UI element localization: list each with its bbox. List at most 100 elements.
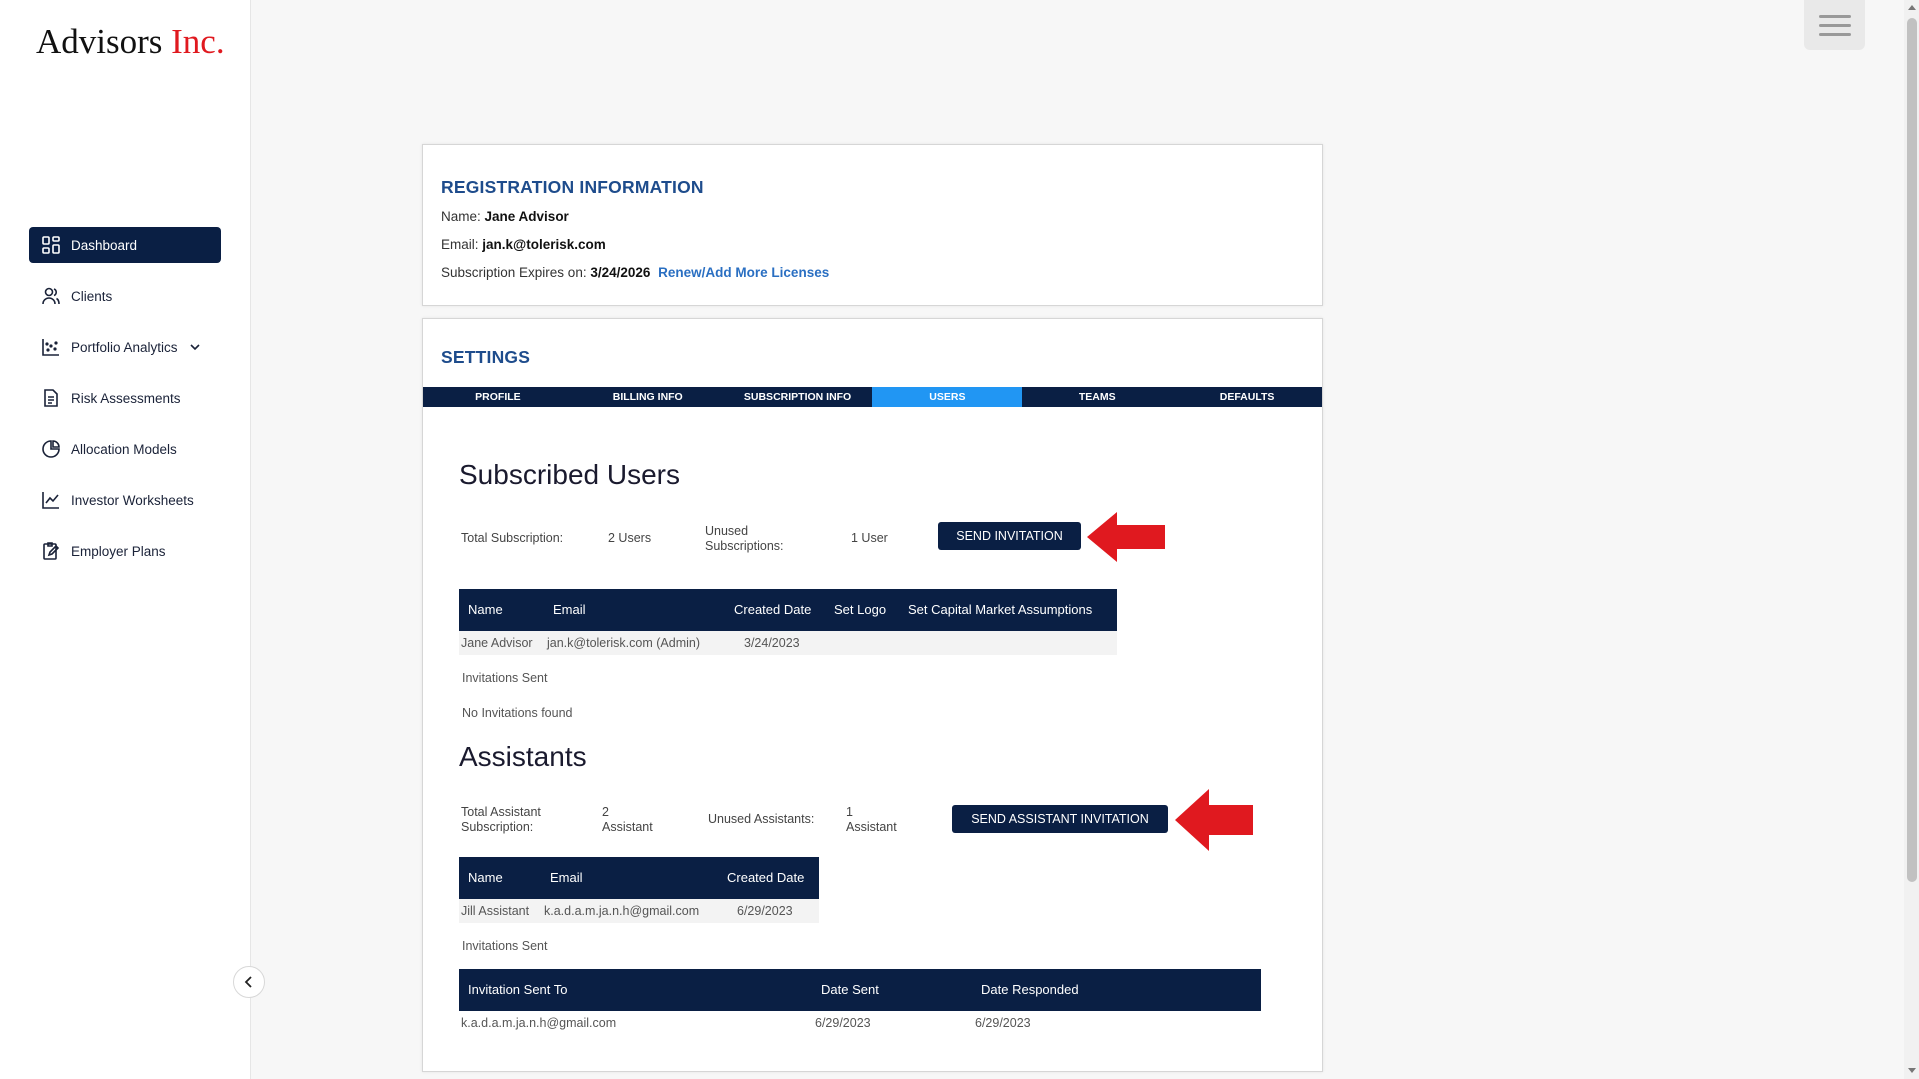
- total-subscription-value: 2 Users: [608, 531, 652, 545]
- sidebar-item-clients[interactable]: Clients: [29, 278, 221, 314]
- name-value: Jane Advisor: [484, 209, 569, 224]
- red-arrow-icon: [1175, 789, 1253, 851]
- column-header: Created Date: [727, 870, 805, 885]
- scrollbar-thumb[interactable]: [1907, 18, 1917, 882]
- invitations-sent-label: Invitations Sent: [462, 671, 548, 685]
- hamburger-icon-bar: [1818, 23, 1851, 27]
- total-assistant-value-line: 2: [602, 805, 609, 819]
- dashboard-icon: [42, 236, 60, 254]
- registration-name-line: Name: Jane Advisor: [441, 209, 569, 224]
- total-assistant-value: 2 Assistant: [602, 805, 653, 835]
- tab-teams[interactable]: TEAMS: [1022, 387, 1172, 407]
- cell-date-responded: 6/29/2023: [975, 1016, 1031, 1030]
- cell-created: 6/29/2023: [737, 904, 793, 918]
- sidebar-item-portfolio-analytics[interactable]: Portfolio Analytics: [29, 329, 221, 365]
- unused-subscriptions-value: 1 User: [851, 531, 888, 545]
- cell-date-sent: 6/29/2023: [815, 1016, 871, 1030]
- column-header: Set Capital Market Assumptions: [908, 602, 1093, 617]
- sidebar-item-dashboard[interactable]: Dashboard: [29, 227, 221, 263]
- assistants-table: Name Email Created Date Jill Assistant k…: [459, 857, 819, 923]
- column-header: Date Sent: [821, 982, 879, 997]
- column-header: Set Logo: [834, 602, 887, 617]
- total-assistant-label: Total Assistant Subscription:: [461, 805, 541, 835]
- assistant-invitations-sent-label: Invitations Sent: [462, 939, 548, 953]
- sidebar: Advisors Inc. Dashboard Clients Portfoli…: [0, 0, 265, 1079]
- registration-title: REGISTRATION INFORMATION: [441, 177, 704, 197]
- total-assistant-value-line: Assistant: [602, 820, 653, 834]
- tab-defaults[interactable]: DEFAULTS: [1172, 387, 1322, 407]
- cell-created: 3/24/2023: [744, 636, 800, 650]
- cell-email: k.a.d.a.m.ja.n.h@gmail.com: [544, 904, 700, 918]
- tab-users[interactable]: USERS: [872, 387, 1023, 407]
- email-label: Email:: [441, 237, 479, 252]
- table-row: Jill Assistant k.a.d.a.m.ja.n.h@gmail.co…: [459, 899, 819, 923]
- registration-email-line: Email: jan.k@tolerisk.com: [441, 237, 606, 252]
- assistants-title: Assistants: [459, 741, 587, 772]
- document-icon: [44, 389, 58, 407]
- no-invitations-text: No Invitations found: [462, 706, 573, 720]
- column-header: Invitation Sent To: [468, 982, 568, 997]
- settings-card: SETTINGS PROFILE BILLING INFO SUBSCRIPTI…: [422, 318, 1323, 1072]
- sidebar-item-label: Allocation Models: [71, 441, 177, 457]
- total-assistant-label-line: Subscription:: [461, 820, 534, 834]
- brand-name: Advisors: [36, 22, 172, 61]
- sidebar-item-employer-plans[interactable]: Employer Plans: [29, 533, 221, 569]
- brand-suffix: Inc.: [171, 22, 225, 61]
- settings-tabs: PROFILE BILLING INFO SUBSCRIPTION INFO U…: [423, 387, 1322, 407]
- column-header: Email: [553, 602, 586, 617]
- collapse-sidebar-button[interactable]: [233, 966, 265, 998]
- menu-button[interactable]: [1804, 0, 1865, 50]
- registration-card: REGISTRATION INFORMATION Name: Jane Advi…: [422, 144, 1323, 306]
- users-icon: [42, 287, 60, 305]
- chevron-down-icon: [189, 344, 200, 351]
- table-header: Name Email Created Date Set Logo Set Cap…: [459, 589, 1117, 631]
- unused-assistants-value-line: 1: [846, 805, 853, 819]
- scroll-down-arrow[interactable]: [1908, 1068, 1916, 1073]
- sidebar-item-label: Investor Worksheets: [71, 492, 194, 508]
- renew-licenses-link[interactable]: Renew/Add More Licenses: [658, 265, 829, 280]
- red-arrow-icon: [1087, 512, 1165, 562]
- tab-subscription-info[interactable]: SUBSCRIPTION INFO: [723, 387, 873, 407]
- scatter-chart-icon: [42, 339, 59, 356]
- column-header: Email: [550, 870, 583, 885]
- sidebar-item-risk-assessments[interactable]: Risk Assessments: [29, 380, 221, 416]
- table-header: Name Email Created Date: [459, 857, 819, 899]
- tab-profile[interactable]: PROFILE: [423, 387, 573, 407]
- table-header: Invitation Sent To Date Sent Date Respon…: [459, 969, 1261, 1011]
- sidebar-item-label: Clients: [71, 288, 113, 304]
- column-header: Date Responded: [981, 982, 1079, 997]
- hamburger-icon-bar: [1818, 32, 1851, 36]
- sidebar-item-label: Portfolio Analytics: [71, 339, 178, 355]
- unused-assistants-value: 1 Assistant: [846, 805, 897, 835]
- total-assistant-label-line: Total Assistant: [461, 805, 541, 819]
- settings-title: SETTINGS: [441, 347, 531, 367]
- page-scrollbar[interactable]: [1904, 0, 1919, 1079]
- unused-label-line: Subscriptions:: [705, 539, 784, 553]
- table-row: k.a.d.a.m.ja.n.h@gmail.com 6/29/2023 6/2…: [459, 1011, 1261, 1035]
- unused-assistants-value-line: Assistant: [846, 820, 897, 834]
- column-header: Name: [468, 602, 503, 617]
- scroll-up-arrow[interactable]: [1908, 5, 1916, 10]
- send-invitation-button[interactable]: SEND INVITATION: [938, 522, 1081, 550]
- chevron-left-icon: [244, 976, 252, 988]
- unused-label-line: Unused: [705, 524, 749, 538]
- subscribed-users-table: Name Email Created Date Set Logo Set Cap…: [459, 589, 1117, 655]
- clipboard-edit-icon: [43, 542, 60, 560]
- column-header: Created Date: [734, 602, 812, 617]
- brand-logo[interactable]: Advisors Inc.: [36, 22, 225, 62]
- name-label: Name:: [441, 209, 481, 224]
- sidebar-item-label: Employer Plans: [71, 543, 166, 559]
- unused-subscriptions-label: Unused Subscriptions:: [705, 524, 784, 554]
- sidebar-item-allocation-models[interactable]: Allocation Models: [29, 431, 221, 467]
- hamburger-icon-bar: [1818, 14, 1851, 18]
- expires-label: Subscription Expires on:: [441, 265, 587, 280]
- send-assistant-invitation-button[interactable]: SEND ASSISTANT INVITATION: [952, 805, 1168, 833]
- unused-assistants-label: Unused Assistants:: [708, 812, 815, 826]
- cell-email: jan.k@tolerisk.com (Admin): [547, 636, 701, 650]
- sidebar-nav: Dashboard Clients Portfolio Analytics Ri…: [29, 227, 221, 584]
- column-header: Name: [468, 870, 503, 885]
- cell-sent-to: k.a.d.a.m.ja.n.h@gmail.com: [461, 1016, 617, 1030]
- tab-billing-info[interactable]: BILLING INFO: [573, 387, 723, 407]
- sidebar-item-investor-worksheets[interactable]: Investor Worksheets: [29, 482, 221, 518]
- line-chart-icon: [42, 492, 59, 509]
